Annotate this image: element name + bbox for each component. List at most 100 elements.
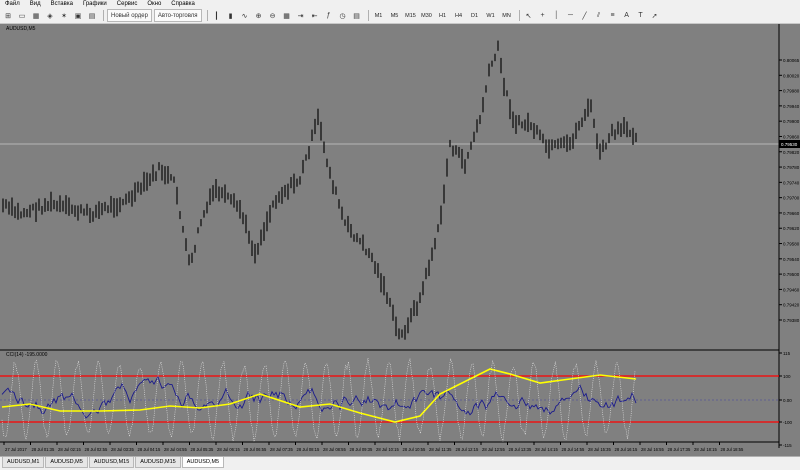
auto-scroll-icon[interactable]: ⇥ [295, 9, 307, 22]
price-tick-label: 0.79660 [783, 211, 800, 216]
indicator-tick-label: 115 [783, 351, 791, 356]
time-tick-label: 28 Jul 15:35 [588, 447, 611, 452]
time-tick-label: 28 Jul 02:55 [85, 447, 108, 452]
time-tick-label: 28 Jul 02:15 [58, 447, 81, 452]
price-tick-label: 0.79940 [783, 104, 800, 109]
chart-title: AUDUSD,M5 [6, 26, 36, 32]
templates-icon[interactable]: ▤ [351, 9, 363, 22]
timeframe-h4[interactable]: H4 [452, 9, 466, 22]
tab-audusd-m5[interactable]: AUDUSD,M5 [45, 457, 88, 468]
price-tick-label: 0.79980 [783, 89, 800, 94]
timeframe-m5[interactable]: M5 [388, 9, 402, 22]
toolbar-separator [103, 10, 104, 21]
indicator-tick-label: 100 [783, 374, 791, 379]
time-tick-label: 28 Jul 18:15 [694, 447, 717, 452]
tab-audusd-m5-active[interactable]: AUDUSD,M5 [181, 457, 225, 468]
market-watch-icon[interactable]: ▦ [30, 9, 42, 22]
cursor-icon[interactable]: ↖ [523, 9, 535, 22]
chart-shift-icon[interactable]: ⇤ [309, 9, 321, 22]
time-tick-label: 28 Jul 07:35 [270, 447, 293, 452]
menu-insert[interactable]: Вставка [46, 0, 78, 8]
strategy-tester-icon[interactable]: ▤ [86, 9, 98, 22]
timeframe-m1[interactable]: M1 [372, 9, 386, 22]
menu-help[interactable]: Справка [166, 0, 200, 8]
menu-window[interactable]: Окно [142, 0, 166, 8]
text-icon[interactable]: A [621, 9, 633, 22]
price-tick-label: 0.79740 [783, 180, 800, 185]
price-tick-label: 0.79820 [783, 150, 800, 155]
zoom-out-icon[interactable]: ⊖ [267, 9, 279, 22]
time-tick-label: 28 Jul 14:55 [562, 447, 585, 452]
timeframe-w1[interactable]: W1 [484, 9, 498, 22]
price-tick-label: 0.79420 [783, 303, 800, 308]
price-tick-label: 0.79460 [783, 287, 800, 292]
arrows-icon[interactable]: ➚ [649, 9, 661, 22]
menu-charts[interactable]: Графики [78, 0, 112, 8]
profiles-icon[interactable]: ▭ [16, 9, 28, 22]
time-tick-label: 28 Jul 06:15 [217, 447, 240, 452]
indicator-tick-label: -100 [783, 420, 793, 425]
price-tick-label: 0.80065 [783, 58, 800, 63]
fibonacci-icon[interactable]: ≡ [607, 9, 619, 22]
toolbar-separator [367, 10, 369, 21]
main-toolbar: ⊞ ▭ ▦ ◈ ✶ ▣ ▤ Новый ордер Авто-торговля … [0, 8, 800, 24]
data-window-icon[interactable]: ◈ [44, 9, 56, 22]
tab-audusd-m15-2[interactable]: AUDUSD,M15 [135, 457, 181, 468]
autotrading-button[interactable]: Авто-торговля [153, 9, 202, 22]
time-tick-label: 28 Jul 17:35 [668, 447, 691, 452]
terminal-icon[interactable]: ▣ [72, 9, 84, 22]
time-tick-label: 28 Jul 03:35 [111, 447, 134, 452]
price-tick-label: 0.79540 [783, 257, 800, 262]
price-tick-label: 0.79780 [783, 165, 800, 170]
text-label-icon[interactable]: T [635, 9, 647, 22]
periods-icon[interactable]: ◷ [337, 9, 349, 22]
price-tick-label: 0.79620 [783, 226, 800, 231]
chart-window[interactable]: 0.80065 0.80020 0.79980 0.79940 0.79900 0.798… [0, 24, 800, 456]
time-tick-label: 28 Jul 11:35 [429, 447, 452, 452]
time-tick-label: 28 Jul 12:55 [482, 447, 505, 452]
time-tick-label: 28 Jul 06:55 [244, 447, 267, 452]
new-chart-icon[interactable]: ⊞ [2, 9, 14, 22]
chart-tabs: AUDUSD,M1 AUDUSD,M5 AUDUSD,M15 AUDUSD,M1… [0, 456, 800, 470]
indicators-icon[interactable]: ƒ [323, 9, 335, 22]
channel-icon[interactable]: ⫽ [593, 9, 605, 22]
bar-chart-icon[interactable]: ┃ [211, 9, 223, 22]
time-tick-label: 28 Jul 13:35 [509, 447, 532, 452]
menu-tools[interactable]: Сервис [112, 0, 143, 8]
time-tick-label: 28 Jul 09:35 [350, 447, 373, 452]
price-tick-label: 0.79900 [783, 119, 800, 124]
toolbar-separator [518, 10, 520, 21]
candlestick-icon[interactable]: ▮ [225, 9, 237, 22]
navigator-icon[interactable]: ✶ [58, 9, 70, 22]
price-tick-label: 0.79700 [783, 196, 800, 201]
time-tick-label: 28 Jul 04:55 [164, 447, 187, 452]
chart-canvas[interactable]: 0.80065 0.80020 0.79980 0.79940 0.79900 0.798… [0, 24, 800, 456]
timeframe-d1[interactable]: D1 [468, 9, 482, 22]
new-order-button[interactable]: Новый ордер [107, 9, 152, 22]
time-tick-label: 27 Jul 2017 [5, 447, 27, 452]
timeframe-mn[interactable]: MN [500, 9, 514, 22]
time-tick-label: 28 Jul 16:15 [615, 447, 638, 452]
line-chart-icon[interactable]: ∿ [239, 9, 251, 22]
indicator-title: CCI(14) -195.0000 [6, 352, 48, 358]
trendline-icon[interactable]: ╱ [579, 9, 591, 22]
tab-audusd-m15[interactable]: AUDUSD,M15 [88, 457, 135, 468]
time-tick-label: 28 Jul 05:35 [191, 447, 214, 452]
tab-audusd-m1[interactable]: AUDUSD,M1 [2, 457, 45, 468]
time-tick-label: 28 Jul 10:55 [403, 447, 426, 452]
menu-file[interactable]: Файл [0, 0, 25, 8]
time-tick-label: 28 Jul 01:35 [32, 447, 55, 452]
time-tick-label: 28 Jul 16:55 [641, 447, 664, 452]
timeframe-h1[interactable]: H1 [436, 9, 450, 22]
crosshair-icon[interactable]: + [537, 9, 549, 22]
indicator-tick-label: 0.00 [783, 398, 792, 403]
menu-view[interactable]: Вид [25, 0, 46, 8]
time-tick-label: 28 Jul 18:55 [721, 447, 744, 452]
timeframe-m15[interactable]: M15 [404, 9, 418, 22]
timeframe-m30[interactable]: M30 [420, 9, 434, 22]
zoom-in-icon[interactable]: ⊕ [253, 9, 265, 22]
tile-windows-icon[interactable]: ▦ [281, 9, 293, 22]
horizontal-line-icon[interactable]: ─ [565, 9, 577, 22]
vertical-line-icon[interactable]: │ [551, 9, 563, 22]
price-tick-label: 0.79380 [783, 318, 800, 323]
